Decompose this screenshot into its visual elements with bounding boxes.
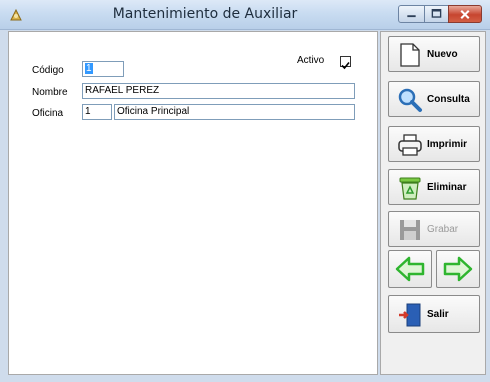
salir-button[interactable]: Salir (388, 295, 480, 333)
window: Mantenimiento de Auxiliar Activo Código … (0, 0, 490, 382)
close-icon (460, 9, 470, 19)
recycle-bin-icon (399, 177, 421, 200)
arrow-right-icon (443, 256, 473, 282)
codigo-label: Código (32, 65, 64, 76)
minimize-icon (407, 15, 416, 18)
oficina-name-field: Oficina Principal (114, 104, 355, 120)
next-button[interactable] (436, 250, 480, 288)
grabar-label: Grabar (427, 224, 459, 235)
title-bar: Mantenimiento de Auxiliar (0, 0, 490, 30)
maximize-button[interactable] (424, 5, 449, 23)
nuevo-button[interactable]: Nuevo (388, 36, 480, 72)
nuevo-label: Nuevo (427, 49, 458, 60)
previous-button[interactable] (388, 250, 432, 288)
grabar-button[interactable]: Grabar (388, 211, 480, 247)
search-icon (398, 88, 422, 112)
eliminar-label: Eliminar (427, 182, 467, 193)
checkmark-icon (341, 61, 350, 70)
maximize-icon (431, 8, 442, 18)
window-title: Mantenimiento de Auxiliar (112, 6, 298, 22)
activo-checkbox[interactable] (340, 56, 351, 70)
eliminar-button[interactable]: Eliminar (388, 169, 480, 205)
save-disk-icon (400, 220, 420, 240)
salir-label: Salir (427, 309, 449, 320)
nombre-label: Nombre (32, 87, 68, 98)
nombre-field[interactable]: RAFAEL PEREZ (82, 83, 355, 99)
printer-icon (398, 134, 422, 156)
minimize-button[interactable] (398, 5, 425, 23)
consulta-label: Consulta (427, 94, 470, 105)
oficina-code-field[interactable]: 1 (82, 104, 112, 120)
exit-door-icon (399, 303, 421, 327)
imprimir-label: Imprimir (427, 139, 468, 150)
new-document-icon (400, 43, 420, 67)
arrow-left-icon (395, 256, 425, 282)
consulta-button[interactable]: Consulta (388, 81, 480, 117)
oficina-label: Oficina (32, 108, 64, 119)
codigo-value: 1 (85, 63, 93, 74)
codigo-field[interactable]: 1 (82, 61, 124, 77)
activo-label: Activo (297, 55, 325, 66)
close-button[interactable] (448, 5, 482, 23)
imprimir-button[interactable]: Imprimir (388, 126, 480, 162)
